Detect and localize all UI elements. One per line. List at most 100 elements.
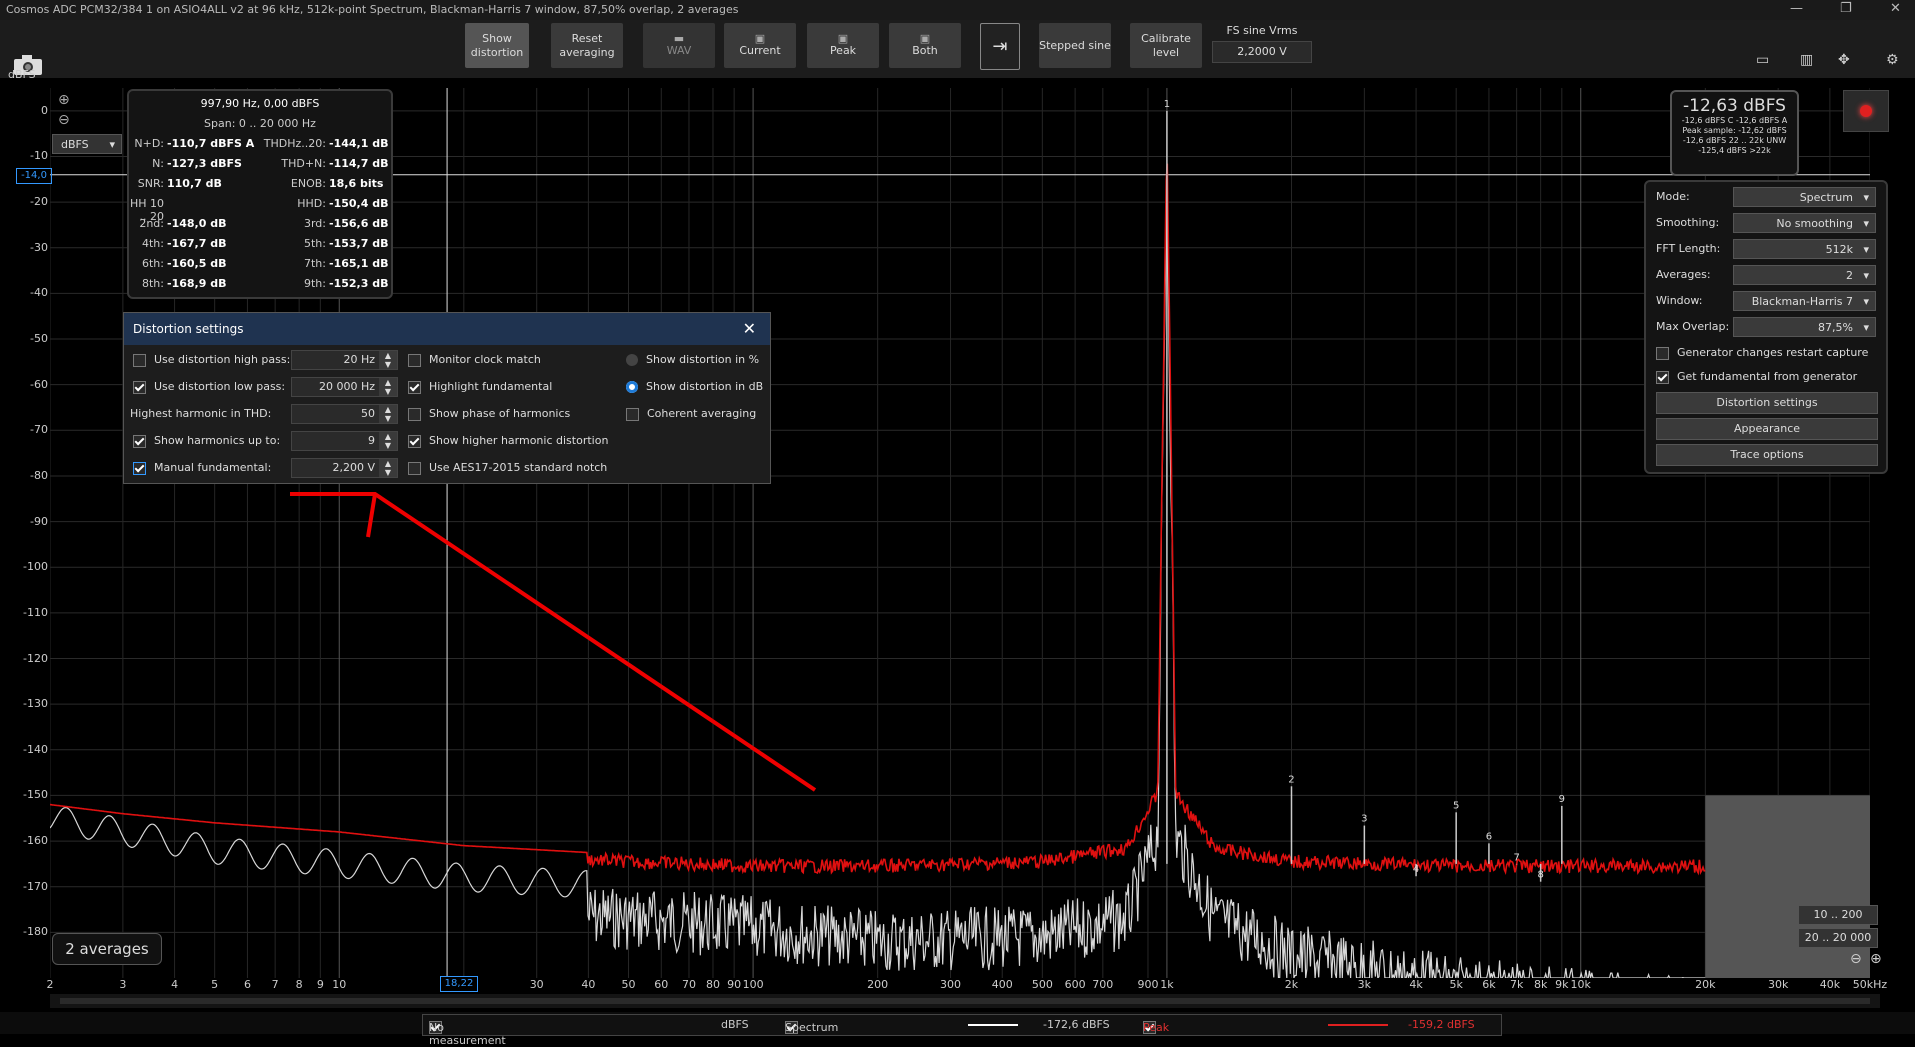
stepper-arrows-icon[interactable]: ▲ ▼: [379, 378, 397, 396]
folder-icon: ▬: [673, 31, 685, 45]
smoothing-select[interactable]: No smoothing: [1733, 213, 1876, 234]
x-tick-label: 50: [621, 978, 636, 991]
window-select[interactable]: Blackman-Harris 7: [1733, 291, 1876, 312]
calibrate-level-button[interactable]: Calibrate level: [1130, 23, 1202, 68]
sh-row[interactable]: Show harmonics up to:: [133, 434, 280, 448]
reset-averaging-button[interactable]: Reset averaging: [551, 23, 623, 68]
hp-stepper[interactable]: 20 Hz ▲ ▼: [291, 350, 398, 370]
fund-gen-checkbox[interactable]: [1656, 370, 1669, 384]
trace-options-button[interactable]: Trace options: [1656, 444, 1878, 466]
highlight-checkbox[interactable]: [408, 380, 421, 394]
export-icon[interactable]: ⇥: [980, 23, 1020, 70]
fft-select[interactable]: 512k: [1733, 239, 1876, 260]
phase-row[interactable]: Show phase of harmonics: [408, 407, 570, 421]
hh-stepper[interactable]: 50 ▲ ▼: [291, 404, 398, 424]
minimize-icon[interactable]: —: [1790, 1, 1803, 16]
gear-icon[interactable]: ⚙: [1886, 52, 1899, 68]
overlap-select[interactable]: 87,5%: [1733, 317, 1876, 338]
coherent-row[interactable]: Coherent averaging: [626, 407, 756, 421]
higher-checkbox[interactable]: [408, 434, 421, 448]
monitor-row[interactable]: Monitor clock match: [408, 353, 541, 367]
harmonic-label: 7: [1513, 852, 1519, 863]
y-unit-label: dBFS: [8, 68, 36, 81]
x-tick-label: 80: [705, 978, 720, 991]
averages-select[interactable]: 2: [1733, 265, 1876, 286]
db-row[interactable]: Show distortion in dB: [626, 380, 763, 393]
hp-row[interactable]: Use distortion high pass:: [133, 353, 290, 367]
stepped-sine-button[interactable]: Stepped sine: [1039, 23, 1111, 68]
x-tick-label: 90: [727, 978, 742, 991]
gen-restart-checkbox[interactable]: [1656, 346, 1669, 360]
sh-value: 9: [368, 434, 375, 447]
readout-value: -153,7 dB: [329, 237, 389, 250]
pct-row[interactable]: Show distortion in %: [626, 353, 759, 366]
x-tick-label: 60: [654, 978, 669, 991]
mf-row[interactable]: Manual fundamental:: [133, 461, 271, 475]
sh-checkbox[interactable]: [133, 434, 146, 448]
lp-row[interactable]: Use distortion low pass:: [133, 380, 285, 394]
highlight-row[interactable]: Highlight fundamental: [408, 380, 552, 394]
lp-stepper[interactable]: 20 000 Hz ▲ ▼: [291, 377, 398, 397]
fund-gen-row[interactable]: Get fundamental from generator: [1656, 370, 1876, 384]
maximize-icon[interactable]: ❐: [1840, 1, 1852, 16]
higher-row[interactable]: Show higher harmonic distortion: [408, 434, 608, 448]
zoom-out-icon[interactable]: ⊖: [58, 112, 70, 128]
zoom-preset-b[interactable]: 20 .. 20 000: [1798, 928, 1878, 948]
distortion-settings-button[interactable]: Distortion settings: [1656, 392, 1878, 414]
zoom-out-icon[interactable]: ⊖: [1850, 951, 1862, 967]
x-tick-label: 4k: [1409, 978, 1423, 991]
fft-row: FFT Length: 512k: [1656, 239, 1876, 260]
x-tick-label: 2k: [1284, 978, 1299, 991]
y-tick-label: -100: [23, 560, 48, 574]
show-distortion-button[interactable]: Show distortion: [465, 23, 529, 68]
readout-label: 6th:: [142, 257, 164, 270]
zoom-in-icon[interactable]: ⊕: [1870, 951, 1882, 967]
peak-level-value: -12,63 dBFS: [1683, 96, 1786, 116]
aes-checkbox[interactable]: [408, 461, 421, 475]
mf-value: 2,200 V: [332, 461, 375, 474]
nomeas-label: No measurement: [429, 1021, 506, 1047]
readout-label: THD+N:: [281, 157, 326, 170]
save-icon: ▣: [837, 31, 849, 45]
horizontal-scrollbar[interactable]: [50, 994, 1880, 1008]
sh-stepper[interactable]: 9 ▲ ▼: [291, 431, 398, 451]
aes-row[interactable]: Use AES17-2015 standard notch: [408, 461, 607, 475]
pct-radio[interactable]: [626, 354, 638, 366]
both-button[interactable]: ▣ Both: [889, 23, 961, 68]
x-tick-label: 7k: [1509, 978, 1524, 991]
gen-restart-row[interactable]: Generator changes restart capture: [1656, 346, 1876, 360]
hp-checkbox[interactable]: [133, 353, 146, 367]
y-cursor-label[interactable]: -14,0: [16, 168, 52, 184]
stepper-arrows-icon[interactable]: ▲ ▼: [379, 405, 397, 423]
close-icon[interactable]: ✕: [1890, 1, 1901, 16]
mode-select[interactable]: Spectrum: [1733, 187, 1876, 208]
wav-button[interactable]: ▬ WAV: [643, 23, 715, 68]
zoom-in-icon[interactable]: ⊕: [58, 92, 70, 108]
window-label: Window:: [1656, 294, 1703, 307]
mf-checkbox[interactable]: [133, 461, 146, 475]
appearance-button[interactable]: Appearance: [1656, 418, 1878, 440]
current-button[interactable]: ▣ Current: [724, 23, 796, 68]
x-cursor-label[interactable]: 18,22: [440, 976, 478, 992]
x-tick-label: 9: [316, 978, 324, 991]
zoom-preset-a[interactable]: 10 .. 200: [1798, 905, 1878, 925]
peak-button[interactable]: ▣ Peak: [807, 23, 879, 68]
split-icon[interactable]: ▥: [1800, 52, 1813, 68]
monitor-checkbox[interactable]: [408, 353, 421, 367]
lp-checkbox[interactable]: [133, 380, 146, 394]
unit-label: dBFS: [721, 1018, 749, 1031]
record-button[interactable]: [1843, 90, 1889, 132]
unit-select[interactable]: dBFS ▾: [52, 134, 122, 154]
layout-icon[interactable]: ▭: [1756, 52, 1769, 68]
stepper-arrows-icon[interactable]: ▲ ▼: [379, 351, 397, 369]
fullscreen-icon[interactable]: ✥: [1838, 52, 1850, 68]
stepper-arrows-icon[interactable]: ▲ ▼: [379, 432, 397, 450]
coherent-checkbox[interactable]: [626, 407, 639, 421]
stepper-arrows-icon[interactable]: ▲ ▼: [379, 459, 397, 477]
db-radio[interactable]: [626, 381, 638, 393]
mf-stepper[interactable]: 2,200 V ▲ ▼: [291, 458, 398, 478]
averages-badge: 2 averages: [52, 933, 162, 965]
close-icon[interactable]: ✕: [743, 313, 756, 345]
phase-checkbox[interactable]: [408, 407, 421, 421]
fs-value-input[interactable]: 2,2000 V: [1212, 41, 1312, 63]
